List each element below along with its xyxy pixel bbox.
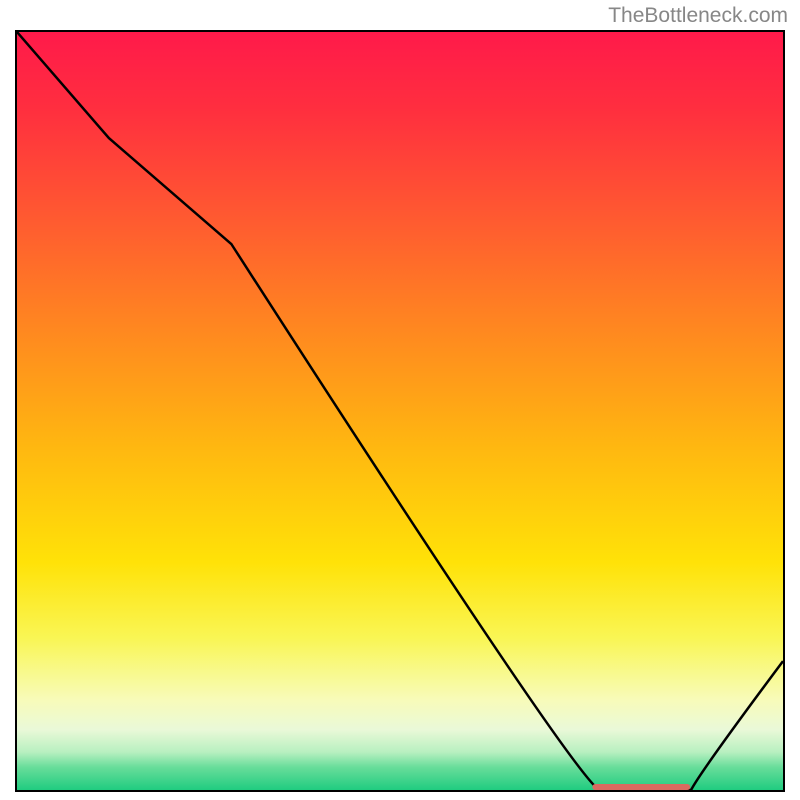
chart-plot-area — [15, 30, 785, 792]
chart-curve — [17, 32, 783, 790]
attribution-text: TheBottleneck.com — [608, 4, 788, 28]
